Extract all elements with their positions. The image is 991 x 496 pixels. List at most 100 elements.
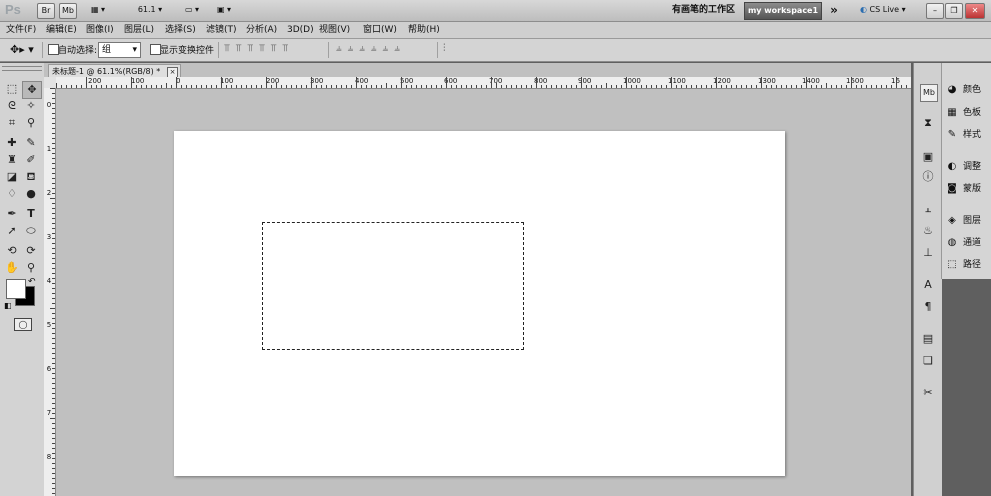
- zoom-tool-icon[interactable]: ⚲: [22, 260, 40, 276]
- path-selection-tool-icon[interactable]: ➚: [3, 223, 21, 239]
- notes-panel-icon[interactable]: ▤: [920, 331, 936, 347]
- 3d-rotate-tool-icon[interactable]: ⟲: [3, 243, 21, 259]
- dodge-tool-icon[interactable]: ●: [22, 186, 40, 202]
- ruler-tick: [52, 383, 55, 384]
- panel-masks[interactable]: ◙ 蒙版: [945, 180, 991, 198]
- menu-view[interactable]: 视图(V): [319, 24, 350, 36]
- menu-filter[interactable]: 滤镜(T): [206, 24, 237, 36]
- layer-comps-panel-icon[interactable]: ❏: [920, 353, 936, 369]
- restore-button[interactable]: ❐: [945, 3, 963, 19]
- panel-channels[interactable]: ◍ 通道: [945, 234, 991, 252]
- menu-window[interactable]: 窗口(W): [363, 24, 397, 36]
- panel-paths[interactable]: ⬚ 路径: [945, 256, 991, 274]
- view-extras-button[interactable]: ▦ ▾: [83, 3, 113, 17]
- magic-wand-tool-icon[interactable]: ✧: [22, 98, 40, 114]
- ruler-tick: [316, 85, 317, 88]
- brush-presets-panel-icon[interactable]: ⫠: [920, 201, 936, 217]
- close-window-button[interactable]: ✕: [965, 3, 985, 19]
- panel-swatches-label: 色板: [963, 108, 982, 118]
- more-workspaces-chevron[interactable]: »: [827, 3, 841, 17]
- panel-layers[interactable]: ◈ 图层: [945, 212, 991, 230]
- clone-source-panel-icon[interactable]: ♨: [920, 223, 936, 239]
- ruler-tick: [651, 85, 652, 88]
- arrange-documents-button[interactable]: ▭ ▾: [178, 3, 206, 17]
- paragraph-panel-icon[interactable]: ¶: [920, 299, 936, 315]
- ruler-tick: [52, 188, 55, 189]
- menu-3d[interactable]: 3D(D): [287, 24, 314, 36]
- menu-help[interactable]: 帮助(H): [408, 24, 440, 36]
- panel-swatches[interactable]: ▦ 色板: [945, 104, 991, 122]
- bridge-button[interactable]: Br: [37, 3, 55, 19]
- quick-mask-button[interactable]: ◯: [14, 318, 32, 331]
- panel-color[interactable]: ◕ 颜色: [945, 81, 991, 99]
- ruler-tick: [736, 85, 737, 88]
- mini-bridge-button[interactable]: Mb: [59, 3, 77, 19]
- ruler-tick: [96, 85, 97, 88]
- foreground-color-swatch[interactable]: [6, 279, 26, 299]
- eraser-tool-icon[interactable]: ◪: [3, 169, 21, 185]
- horizontal-ruler[interactable]: 200 100 0 100 200 300 400 500 600 700 800 900 1000 11…: [56, 77, 911, 89]
- lasso-tool-icon[interactable]: ᘓ: [3, 98, 21, 114]
- menu-image[interactable]: 图像(I): [86, 24, 114, 36]
- menu-select[interactable]: 选择(S): [165, 24, 196, 36]
- eyedropper-tool-icon[interactable]: ⚲: [22, 115, 40, 131]
- clone-stamp-tool-icon[interactable]: ♜: [3, 152, 21, 168]
- tool-presets-panel-icon[interactable]: ⊥: [920, 245, 936, 261]
- menu-file[interactable]: 文件(F): [6, 24, 36, 36]
- swap-colors-icon[interactable]: ↶: [28, 277, 36, 287]
- tools-panel: ⬚ ✥ ᘓ ✧ ⌗ ⚲ ✚ ✎ ♜ ✐ ◪ ⛾ ♢ ● ✒ T ➚ ⬭ ⟲ ⟳ …: [0, 63, 45, 496]
- menu-layer[interactable]: 图层(L): [124, 24, 154, 36]
- navigator-panel-icon[interactable]: ▣: [920, 149, 936, 165]
- actions-panel-icon[interactable]: ✂: [920, 385, 936, 401]
- pen-tool-icon[interactable]: ✒: [3, 206, 21, 222]
- character-panel-icon[interactable]: A: [920, 277, 936, 293]
- document-tab[interactable]: 未标题-1 @ 61.1%(RGB/8) * ×: [48, 64, 181, 78]
- ruler-tick: [436, 85, 437, 88]
- info-panel-icon[interactable]: ⓘ: [920, 169, 936, 185]
- mini-bridge-panel-icon[interactable]: Mb: [920, 84, 938, 102]
- ruler-tick: [52, 243, 55, 244]
- styles-icon: ✎: [947, 129, 957, 140]
- ruler-tick: [326, 85, 327, 88]
- panel-styles[interactable]: ✎ 样式: [945, 126, 991, 144]
- auto-align-button[interactable]: ⫶: [443, 43, 446, 54]
- ruler-tick: [811, 85, 812, 88]
- move-tool-preset-picker[interactable]: ✥▸ ▾: [10, 43, 34, 56]
- ruler-tick: [676, 85, 677, 88]
- healing-brush-tool-icon[interactable]: ✚: [3, 135, 21, 151]
- zoom-level-dropdown[interactable]: 61.1 ▾: [133, 3, 167, 17]
- paint-bucket-tool-icon[interactable]: ⛾: [22, 169, 40, 185]
- history-brush-tool-icon[interactable]: ✐: [22, 152, 40, 168]
- align-buttons-group[interactable]: ⫪⫪⫪⫪⫪⫪: [224, 43, 294, 54]
- menu-edit[interactable]: 编辑(E): [46, 24, 77, 36]
- crop-tool-icon[interactable]: ⌗: [3, 115, 21, 131]
- ruler-tick: [871, 85, 872, 88]
- auto-select-dropdown[interactable]: 组 ▾: [98, 42, 141, 58]
- menu-analysis[interactable]: 分析(A): [246, 24, 277, 36]
- ruler-tick: [361, 85, 362, 88]
- ruler-tick: [701, 85, 702, 88]
- screen-mode-button[interactable]: ▣ ▾: [210, 3, 238, 17]
- marquee-selection[interactable]: [262, 222, 524, 350]
- panel-adjustments[interactable]: ◐ 调整: [945, 158, 991, 176]
- blur-tool-icon[interactable]: ♢: [3, 186, 21, 202]
- hand-tool-icon[interactable]: ✋: [3, 260, 21, 276]
- vertical-ruler[interactable]: 012345678: [44, 88, 56, 496]
- workspace-label: 有画笔的工作区: [672, 5, 736, 15]
- brush-tool-icon[interactable]: ✎: [22, 135, 40, 151]
- default-colors-icon[interactable]: ◧: [4, 301, 12, 310]
- move-tool-icon[interactable]: ✥: [22, 81, 42, 99]
- ruler-tick: [551, 85, 552, 88]
- cs-live-button[interactable]: ◐ CS Live ▾: [860, 3, 918, 17]
- ellipse-tool-icon[interactable]: ⬭: [22, 223, 40, 239]
- minimize-button[interactable]: –: [926, 3, 944, 19]
- tools-panel-grip[interactable]: [2, 66, 42, 71]
- type-tool-icon[interactable]: T: [22, 206, 40, 222]
- ruler-tick: [216, 85, 217, 88]
- workspace-switcher-button[interactable]: my workspace1: [744, 2, 822, 20]
- 3d-orbit-tool-icon[interactable]: ⟳: [22, 243, 40, 259]
- distribute-buttons-group[interactable]: ⫨⫨⫨⫨⫨⫨: [336, 43, 406, 54]
- history-panel-icon[interactable]: ⧗: [920, 115, 936, 131]
- marquee-tool-icon[interactable]: ⬚: [3, 81, 21, 97]
- ruler-tick: [406, 85, 407, 88]
